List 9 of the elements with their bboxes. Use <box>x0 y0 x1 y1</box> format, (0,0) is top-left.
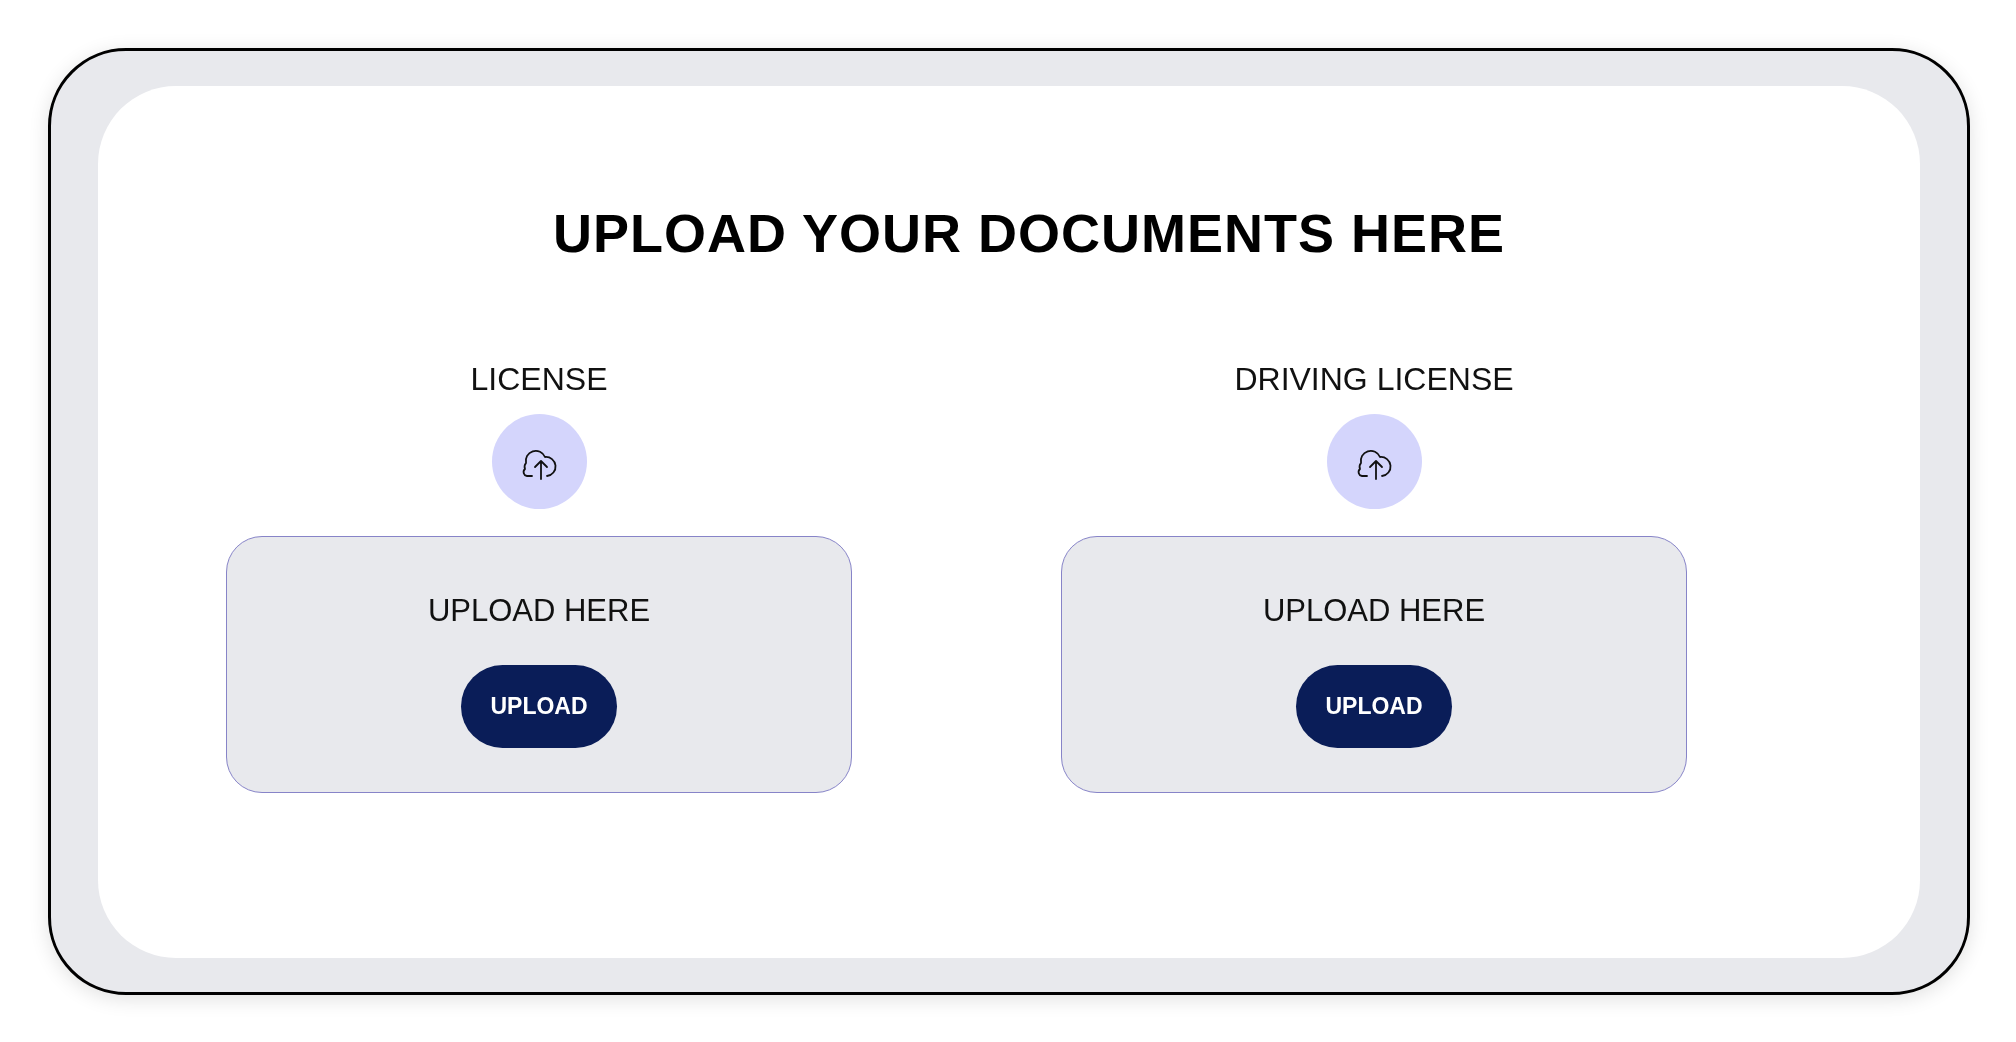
upload-dropzone[interactable]: UPLOAD HERE UPLOAD <box>1061 536 1687 793</box>
upload-dropzone[interactable]: UPLOAD HERE UPLOAD <box>226 536 852 793</box>
upload-button[interactable]: UPLOAD <box>461 665 617 748</box>
document-label: DRIVING LICENSE <box>1234 360 1514 399</box>
document-label: LICENSE <box>470 360 608 399</box>
dropzone-text: UPLOAD HERE <box>427 592 651 630</box>
dropzone-text: UPLOAD HERE <box>1262 592 1486 630</box>
upload-button[interactable]: UPLOAD <box>1296 665 1452 748</box>
page-title: UPLOAD YOUR DOCUMENTS HERE <box>551 202 1507 264</box>
